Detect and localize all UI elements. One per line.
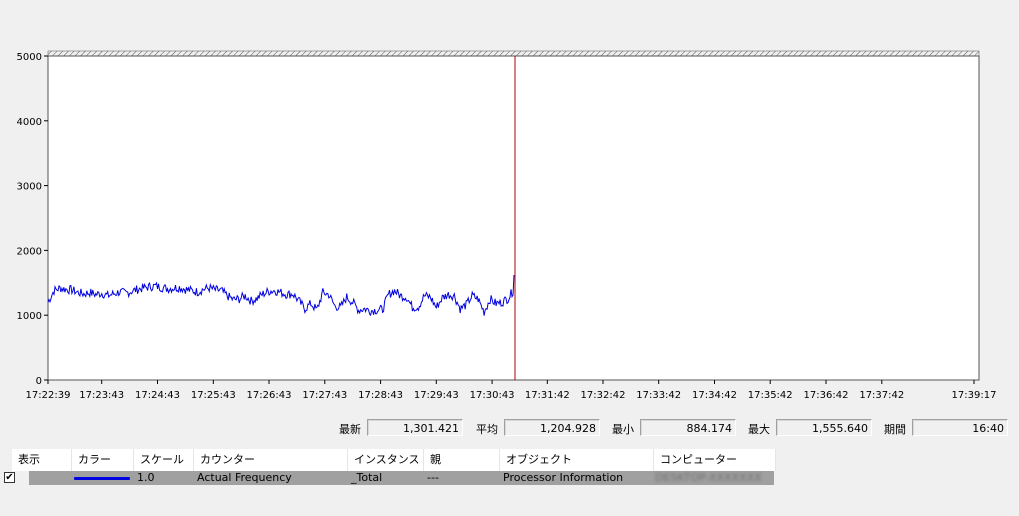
header-counter[interactable]: カウンター bbox=[194, 449, 348, 471]
counter-table-header: 表示 カラー スケール カウンター インスタンス 親 オブジェクト コンピュータ… bbox=[12, 449, 776, 471]
x-tick-label: 17:31:42 bbox=[525, 390, 570, 401]
row-computer: DESKTOP-XXXXXXX bbox=[655, 471, 762, 484]
x-tick-label: 17:28:43 bbox=[358, 390, 403, 401]
header-color[interactable]: カラー bbox=[72, 449, 134, 471]
graph-svg: 5000 4000 3000 2000 1000 0 17:22:39 17:23:43 17:… bbox=[17, 50, 997, 401]
minimum-value: 884.174 bbox=[640, 419, 736, 436]
y-tick-label: 2000 bbox=[17, 246, 42, 257]
latest-value: 1,301.421 bbox=[367, 419, 463, 436]
x-tick-label: 17:36:42 bbox=[804, 390, 849, 401]
y-tick-label: 4000 bbox=[17, 117, 42, 128]
y-tick-label: 3000 bbox=[17, 182, 42, 193]
x-tick-label: 17:34:42 bbox=[692, 390, 737, 401]
x-tick-label: 17:23:43 bbox=[79, 390, 124, 401]
row-parent: --- bbox=[427, 471, 439, 484]
performance-graph: 5000 4000 3000 2000 1000 0 17:22:39 17:23:43 17:… bbox=[0, 40, 1019, 410]
x-tick-label: 17:32:42 bbox=[581, 390, 626, 401]
y-tick-label: 0 bbox=[36, 376, 42, 387]
row-instance: _Total bbox=[351, 471, 383, 484]
latest-label: 最新 bbox=[339, 423, 361, 436]
header-object[interactable]: オブジェクト bbox=[500, 449, 654, 471]
x-tick-label: 17:30:43 bbox=[470, 390, 515, 401]
header-scale[interactable]: スケール bbox=[134, 449, 194, 471]
header-instance[interactable]: インスタンス bbox=[348, 449, 424, 471]
x-tick-label: 17:25:43 bbox=[191, 390, 236, 401]
header-computer[interactable]: コンピューター bbox=[654, 449, 776, 471]
duration-label: 期間 bbox=[884, 423, 906, 436]
average-value: 1,204.928 bbox=[504, 419, 600, 436]
x-tick-label: 17:24:43 bbox=[135, 390, 180, 401]
counter-table[interactable]: 表示 カラー スケール カウンター インスタンス 親 オブジェクト コンピュータ… bbox=[12, 449, 776, 485]
x-tick-label: 17:33:42 bbox=[636, 390, 681, 401]
header-parent[interactable]: 親 bbox=[424, 449, 500, 471]
x-tick-label: 17:29:43 bbox=[414, 390, 459, 401]
y-tick-label: 1000 bbox=[17, 311, 42, 322]
overflow-strip bbox=[47, 50, 980, 57]
x-tick-label: 17:26:43 bbox=[247, 390, 292, 401]
plot-area bbox=[47, 55, 980, 381]
header-show[interactable]: 表示 bbox=[12, 449, 72, 471]
row-counter: Actual Frequency bbox=[197, 471, 292, 484]
show-checkbox[interactable]: ✔ bbox=[4, 472, 15, 483]
x-tick-label: 17:22:39 bbox=[26, 390, 71, 401]
maximum-label: 最大 bbox=[748, 423, 770, 436]
minimum-label: 最小 bbox=[612, 423, 634, 436]
y-tick-label: 5000 bbox=[17, 52, 42, 63]
row-object: Processor Information bbox=[503, 471, 624, 484]
x-tick-label: 17:35:42 bbox=[748, 390, 793, 401]
row-scale: 1.0 bbox=[137, 471, 155, 484]
x-tick-label: 17:37:42 bbox=[859, 390, 904, 401]
x-tick-label: 17:27:43 bbox=[302, 390, 347, 401]
x-tick-label: 17:39:17 bbox=[952, 390, 997, 401]
average-label: 平均 bbox=[476, 423, 498, 436]
maximum-value: 1,555.640 bbox=[776, 419, 872, 436]
series-color-swatch bbox=[74, 477, 130, 480]
duration-value: 16:40 bbox=[912, 419, 1008, 436]
counter-row[interactable]: 1.0 Actual Frequency _Total --- Processo… bbox=[29, 471, 774, 485]
